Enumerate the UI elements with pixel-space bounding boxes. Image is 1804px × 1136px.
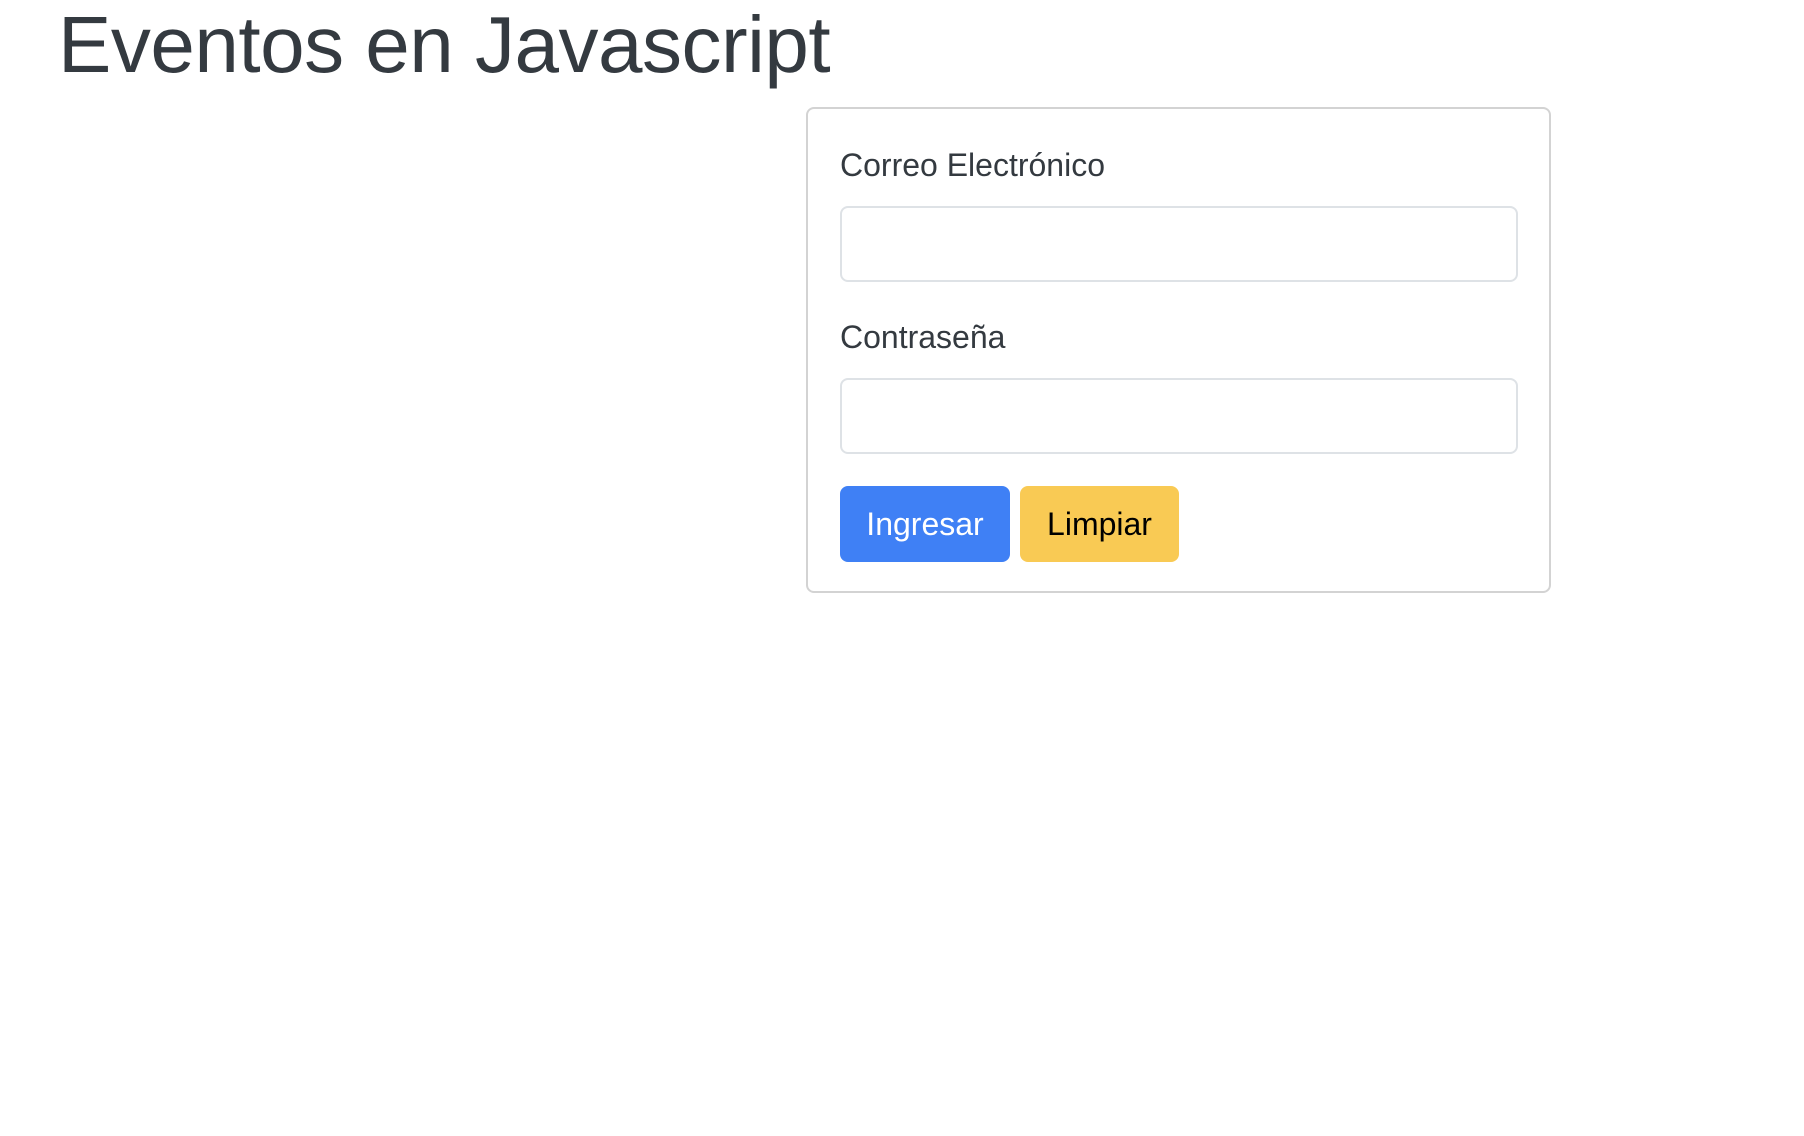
email-label: Correo Electrónico <box>840 147 1105 183</box>
page-title: Eventos en Javascript <box>58 0 831 89</box>
email-field[interactable] <box>840 206 1518 282</box>
password-label: Contraseña <box>840 319 1006 355</box>
ingresar-button[interactable]: Ingresar <box>840 486 1010 562</box>
limpiar-button[interactable]: Limpiar <box>1020 486 1179 562</box>
password-field[interactable] <box>840 378 1518 454</box>
login-form-card: Correo Electrónico Contraseña Ingresar L… <box>806 107 1551 593</box>
